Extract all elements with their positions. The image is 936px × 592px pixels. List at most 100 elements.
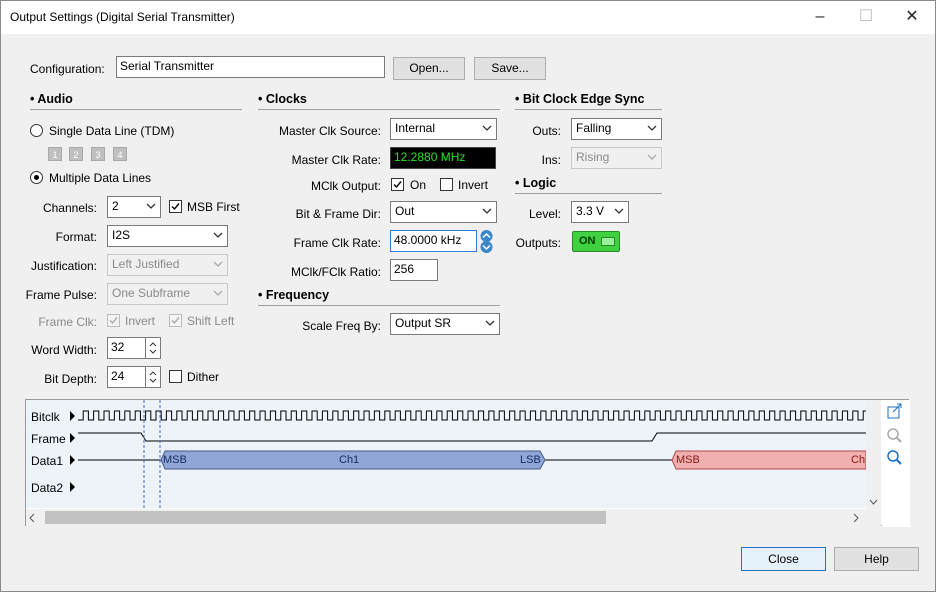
clocks-divider [258,109,500,110]
waveform-canvas [26,400,910,527]
waveform-preview: Bitclk Frame Data1 Data2 MSB Ch1 LSB MSB… [25,399,910,527]
chevron-down-icon [146,203,156,209]
outs-select[interactable]: Falling [571,118,662,140]
chevron-down-icon [614,208,624,214]
justification-value: Left Justified [112,257,180,271]
clocks-heading: • Clocks [258,92,307,106]
data1-row-label: Data1 [31,454,64,468]
channels-select[interactable]: 2 [107,196,161,218]
mclk-fclk-ratio-label: MClk/FClk Ratio: [290,265,381,279]
frame-pulse-label: Frame Pulse: [25,288,97,302]
checkmark-icon [171,203,180,211]
format-select[interactable]: I2S [107,225,228,247]
msb-first-label: MSB First [187,200,240,214]
up-down-arrows-icon [480,230,493,253]
outs-value: Falling [576,121,612,135]
master-clk-source-label: Master Clk Source: [278,124,381,138]
spin-arrows-icon[interactable] [145,338,160,358]
dither-checkbox[interactable] [169,370,182,383]
scale-freq-value: Output SR [395,316,452,330]
frame-clk-label: Frame Clk: [38,315,97,329]
justification-select[interactable]: Left Justified [107,254,228,276]
edge-sync-heading-text: Bit Clock Edge Sync [522,92,645,106]
close-window-button[interactable]: ✕ [889,1,935,33]
close-button[interactable]: Close [741,547,826,571]
audio-heading-text: Audio [37,92,73,106]
outputs-label: Outputs: [515,236,561,250]
scale-freq-label: Scale Freq By: [302,319,381,333]
chevron-down-icon [647,154,657,160]
help-button[interactable]: Help [834,547,919,571]
shift-left-label: Shift Left [187,314,235,328]
window-title: Output Settings (Digital Serial Transmit… [10,10,235,24]
dither-label: Dither [187,370,220,384]
tdm-slot-1[interactable]: 1 [48,147,62,161]
channels-label: Channels: [42,201,97,215]
frame-pulse-select[interactable]: One Subframe [107,283,228,305]
tdm-slot-4[interactable]: 4 [113,147,127,161]
multiple-lines-radio[interactable] [30,171,43,184]
ins-value: Rising [576,150,610,164]
shift-left-checkbox[interactable] [169,314,182,327]
level-label: Level: [528,207,561,221]
bitclk-row-label: Bitclk [31,410,60,424]
frame-clk-rate-field[interactable]: 48.0000 kHz [390,230,477,252]
spin-arrows-icon[interactable] [145,367,160,387]
level-select[interactable]: 3.3 V [571,201,629,223]
logic-heading: • Logic [515,176,557,190]
audio-heading: • Audio [30,92,73,106]
justification-label: Justification: [30,259,97,273]
word-width-value: 32 [111,340,125,354]
scale-freq-select[interactable]: Output SR [390,313,500,335]
frame-pulse-value: One Subframe [112,286,191,300]
edge-sync-divider [515,109,662,110]
clocks-heading-text: Clocks [265,92,307,106]
checkmark-icon [171,317,180,325]
frame-clk-invert-label: Invert [125,314,156,328]
minimize-button[interactable]: – [797,1,843,33]
toggle-knob-icon [601,237,615,246]
outs-label: Outs: [532,124,561,138]
chevron-down-icon [213,261,223,267]
frame-clk-rate-stepper[interactable] [478,230,495,253]
mclk-output-label: MClk Output: [310,179,381,193]
format-label: Format: [55,230,97,244]
ch2-msb-label: MSB [676,454,700,466]
maximize-button[interactable]: ☐ [843,1,889,33]
msb-first-checkbox[interactable] [169,200,182,213]
horizontal-scroll-thumb[interactable] [45,511,606,524]
tdm-slot-2[interactable]: 2 [69,147,83,161]
single-line-radio[interactable] [30,124,43,137]
save-button[interactable]: Save... [474,57,546,80]
frequency-heading-text: Frequency [265,288,330,302]
bit-frame-dir-label: Bit & Frame Dir: [295,207,381,221]
title-bar: Output Settings (Digital Serial Transmit… [1,1,935,34]
word-width-spinner[interactable]: 32 [107,337,161,359]
mclk-on-checkbox[interactable] [391,178,404,191]
output-settings-window: Output Settings (Digital Serial Transmit… [0,0,936,592]
mclk-invert-checkbox[interactable] [440,178,453,191]
chevron-down-icon [647,125,657,131]
audio-divider [30,109,242,110]
frame-clk-invert-checkbox[interactable] [107,314,120,327]
bit-frame-dir-select[interactable]: Out [390,201,497,223]
bit-depth-spinner[interactable]: 24 [107,366,161,388]
word-width-label: Word Width: [31,343,97,357]
master-clk-rate-display: 12.2880 MHz [390,147,496,169]
chevron-down-icon [485,320,495,326]
tdm-slot-3[interactable]: 3 [91,147,105,161]
outputs-toggle[interactable]: ON [572,231,620,252]
channels-value: 2 [112,199,119,213]
open-button[interactable]: Open... [393,57,465,80]
single-line-label: Single Data Line (TDM) [49,124,175,138]
ch2-data-block [671,450,867,470]
master-clk-source-select[interactable]: Internal [390,118,497,140]
checkmark-icon [109,317,118,325]
format-value: I2S [112,228,131,242]
level-value: 3.3 V [576,204,605,218]
frame-clk-rate-label: Frame Clk Rate: [293,236,381,250]
mclk-fclk-ratio-field[interactable]: 256 [390,259,438,281]
ins-select[interactable]: Rising [571,147,662,169]
mclk-on-label: On [410,178,427,192]
configuration-field[interactable]: Serial Transmitter [116,56,385,78]
